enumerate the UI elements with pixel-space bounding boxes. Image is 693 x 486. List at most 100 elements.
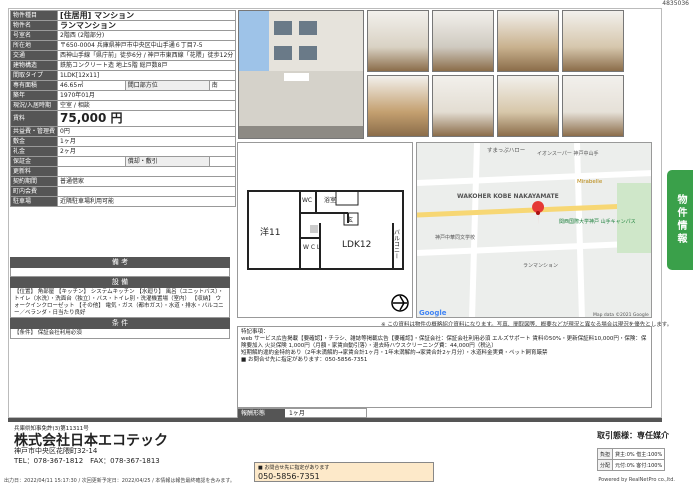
property-value — [57, 166, 237, 177]
property-extra-label: 間口部方位 — [124, 80, 210, 91]
room-photo-thumb[interactable] — [432, 10, 494, 72]
property-value: 鉄筋コンクリート造 地上5階 総戸数8戸 — [57, 60, 237, 71]
property-row: 現況/入居時期 空室 / 相談 — [9, 100, 237, 111]
property-row: 契約期間 普通借家 — [9, 176, 237, 187]
property-value: 75,000 円 — [57, 110, 237, 127]
room-photo-thumb[interactable] — [497, 75, 559, 137]
property-value — [57, 186, 237, 197]
room-photo-thumb[interactable] — [562, 75, 624, 137]
property-extra-value: 南 — [208, 80, 237, 91]
special-notes-line-0: web サービス広告掲載【要確認】・チラシ、雑誌等掲載広告【要確認】・保証会社：… — [241, 336, 647, 349]
room-photo-image — [433, 11, 493, 71]
fee-key-1: 分配 — [596, 459, 614, 471]
property-row: 号室名 2階西 (2階部分) — [9, 30, 237, 41]
property-label: 号室名 — [9, 30, 59, 41]
bikou-body — [10, 268, 230, 277]
map-label-6: ランマンション — [523, 263, 558, 269]
property-label: 敷金 — [9, 136, 59, 147]
room-photo-image — [368, 11, 428, 71]
special-notes-line-2: ■ お問合せ先に指定があります：050-5856-7351 — [241, 357, 368, 363]
map-label-0: すまっぷハロー — [487, 147, 525, 154]
property-label: 建物構造 — [9, 60, 59, 71]
property-value: 1ヶ月 — [57, 136, 237, 147]
property-label: 間取タイプ — [9, 70, 59, 81]
building-photo[interactable] — [238, 10, 364, 139]
property-label: 礼金 — [9, 146, 59, 157]
contact-phone[interactable]: 050-5856-7351 — [255, 472, 433, 481]
setsubi-text: 【位置】 角部屋 【キッチン】 システムキッチン 【水廻り】 風呂（ユニットバス… — [10, 288, 230, 318]
map-canvas: すまっぷハロー イオンスーパー 神戸中山手 Mirabelle WAKOHER … — [417, 143, 651, 317]
room-photo-thumb[interactable] — [367, 75, 429, 137]
property-value: 2階西 (2階部分) — [57, 30, 237, 41]
room-ldk: LDK12 — [342, 240, 371, 250]
location-map[interactable]: すまっぷハロー イオンスーパー 神戸中山手 Mirabelle WAKOHER … — [416, 142, 652, 318]
property-row: 共益費・管理費 0円 — [9, 126, 237, 137]
room-photo-thumb[interactable] — [562, 10, 624, 72]
property-row: 交通 西神山手線「県庁前」徒歩6分 / 神戸市東西線「花隈」徒歩12分 — [9, 50, 237, 61]
property-row: 賃料 75,000 円 — [9, 110, 237, 127]
side-tab-info[interactable]: 物件情報 — [667, 170, 693, 270]
property-extra-value — [208, 156, 237, 167]
fee-val-0: 貸主:0% 借主:100% — [612, 448, 666, 460]
contact-box: ■ お問合せ先に指定があります 050-5856-7351 — [254, 462, 434, 482]
property-label: 更新料 — [9, 166, 59, 177]
property-row: 専有面積 46.65㎡ 間口部方位南 — [9, 80, 237, 91]
property-row: 間取タイプ 1LDK[12x11] — [9, 70, 237, 81]
property-label: 物件名 — [9, 20, 59, 31]
floor-plan-drawing: 洋11 LDK12 浴室 WC W C L 玄 バルコニー — [247, 190, 409, 312]
property-label: 交通 — [9, 50, 59, 61]
footer-powered: Powered by RealNetPro co.,ltd. — [598, 477, 675, 483]
footer-info: 出力日：2022/04/11 15:17:30 / 次回更新予定日：2022/0… — [4, 478, 235, 484]
property-label: 所在地 — [9, 40, 59, 51]
map-label-4: 神戸中華同文学校 — [435, 234, 475, 241]
property-value: 1LDK[12x11] — [57, 70, 237, 81]
room-bath: 浴室 — [324, 196, 336, 204]
company-address: 神戸市中央区花隈町32-14 — [14, 447, 98, 455]
property-value: [住居用] マンション — [57, 10, 237, 21]
property-value: 普通借家 — [57, 176, 237, 187]
room-photo-thumb[interactable] — [432, 75, 494, 137]
property-label: 築年 — [9, 90, 59, 101]
property-label: 物件種目 — [9, 10, 59, 21]
property-value: 0円 — [57, 126, 237, 137]
property-value: 2ヶ月 — [57, 146, 237, 157]
property-value: 1970年01月 — [57, 90, 237, 101]
property-value: 46.65㎡ — [57, 80, 126, 91]
fee-val-1: 元付:0% 客付:100% — [612, 459, 666, 471]
property-row: 町内会費 — [9, 186, 237, 197]
property-label: 現況/入居時期 — [9, 100, 59, 111]
property-row: 礼金 2ヶ月 — [9, 146, 237, 157]
floor-plan[interactable]: 洋11 LDK12 浴室 WC W C L 玄 バルコニー — [237, 142, 413, 318]
special-notes: 特記事項： web サービス広告掲載【要確認】・チラシ、雑誌等掲載広告【要確認】… — [237, 326, 652, 408]
room-photo-thumb[interactable] — [367, 10, 429, 72]
room-western: 洋11 — [260, 226, 280, 238]
room-photo-image — [433, 76, 493, 136]
property-label: 保証金 — [9, 156, 59, 167]
document-id: 4835036 — [662, 0, 689, 7]
fee-period-value: 1ヶ月 — [289, 410, 305, 417]
special-notes-title: 特記事項： — [241, 329, 269, 335]
map-label-2: Mirabelle — [577, 179, 603, 185]
property-row: 建物構造 鉄筋コンクリート造 地上5階 総戸数8戸 — [9, 60, 237, 71]
room-entrance: 玄 — [347, 216, 353, 224]
room-photo-thumb[interactable] — [497, 10, 559, 72]
property-row: 築年 1970年01月 — [9, 90, 237, 101]
property-row: 所在地 〒650-0004 兵庫県神戸市中央区中山手通６丁目7-5 — [9, 40, 237, 51]
room-photo-image — [368, 76, 428, 136]
property-value: 空室 / 相談 — [57, 100, 237, 111]
footer-separator — [8, 418, 662, 422]
room-photo-image — [563, 76, 623, 136]
property-label: 共益費・管理費 — [9, 126, 59, 137]
property-value: 〒650-0004 兵庫県神戸市中央区中山手通６丁目7-5 — [57, 40, 237, 51]
property-label: 駐車場 — [9, 196, 59, 207]
room-wcl: W C L — [303, 244, 321, 251]
property-label: 賃料 — [9, 110, 59, 127]
map-label-5: 関西国際大学神戸 山手キャンパス — [559, 218, 636, 225]
room-wc: WC — [302, 197, 312, 204]
property-row: 駐車場 近隣駐車場利用可能 — [9, 196, 237, 207]
fee-period: 報酬形態 1ヶ月 — [237, 408, 367, 418]
property-row: 敷金 1ヶ月 — [9, 136, 237, 147]
section-jouken: 条 件 — [10, 318, 230, 329]
property-value: 西神山手線「県庁前」徒歩6分 / 神戸市東西線「花隈」徒歩12分 — [57, 50, 237, 61]
building-image — [239, 11, 363, 138]
